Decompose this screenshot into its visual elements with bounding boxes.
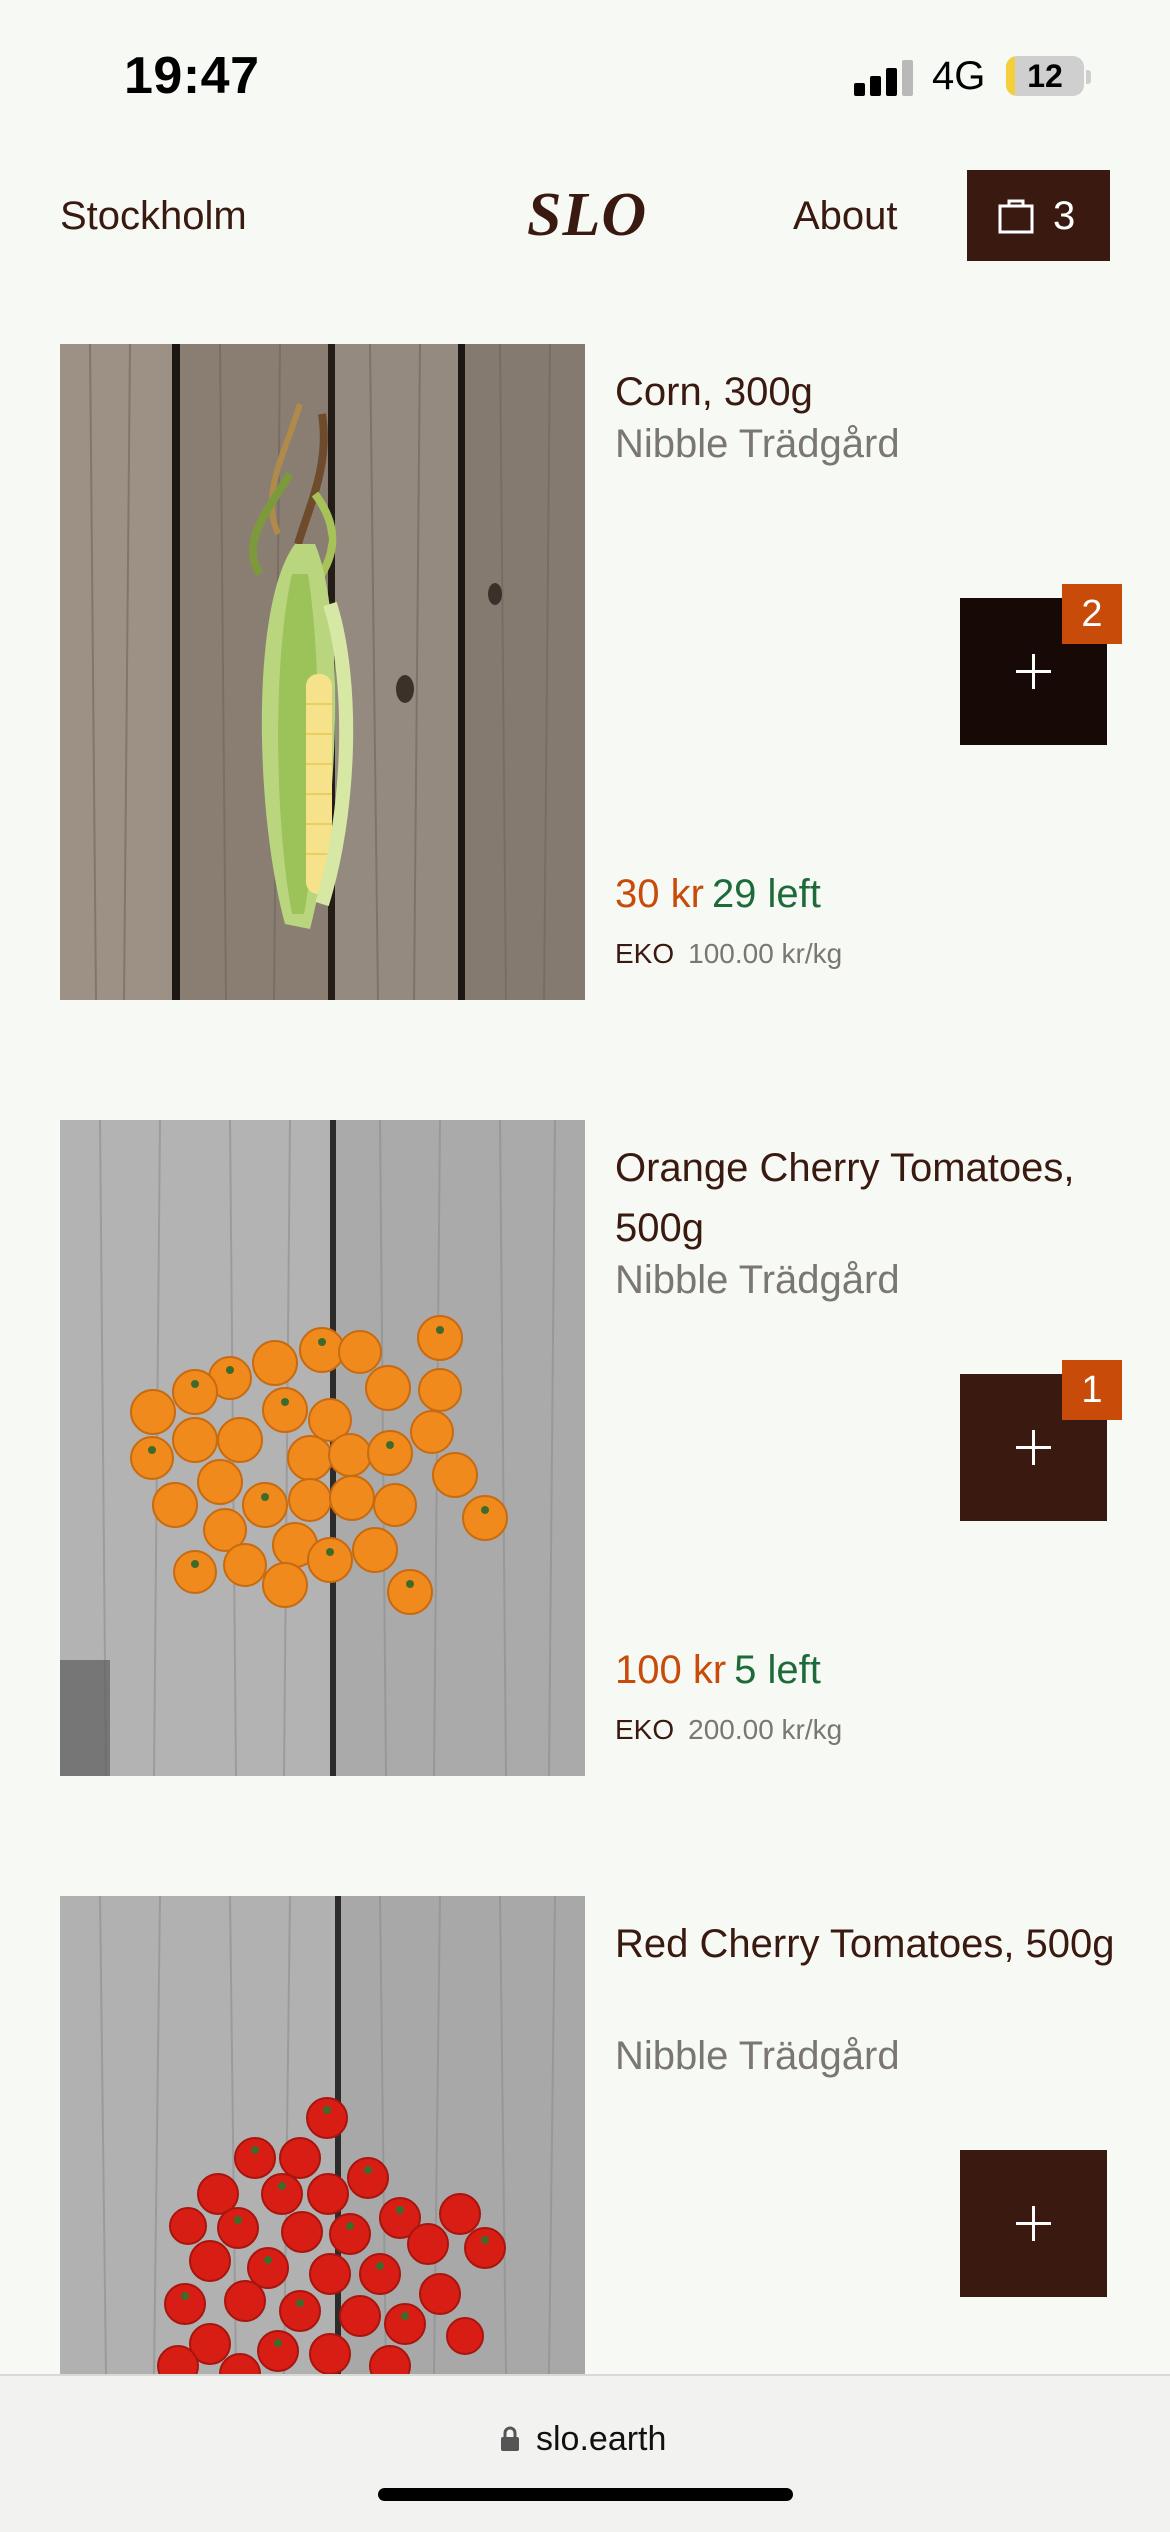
product-title[interactable]: Orange Cherry Tomatoes, 500g (615, 1138, 1135, 1258)
price-row: 100 kr 5 left (615, 1648, 821, 1693)
product-title[interactable]: Red Cherry Tomatoes, 500g (615, 1914, 1135, 1974)
product-meta: EKO 200.00 kr/kg (615, 1714, 842, 1746)
plus-icon-vertical (1032, 1430, 1035, 1465)
add-to-cart-button[interactable] (960, 2150, 1107, 2297)
product-photo[interactable] (60, 344, 585, 1000)
stock-left: 29 left (711, 872, 821, 916)
product-farm[interactable]: Nibble Trädgård (615, 2034, 900, 2079)
network-type: 4G (932, 54, 986, 98)
product-photo[interactable] (60, 1896, 585, 2374)
product-meta: EKO 100.00 kr/kg (615, 938, 842, 970)
shopping-bag-icon (998, 199, 1034, 234)
signal-icon (854, 60, 916, 96)
battery-cap (1086, 70, 1091, 84)
unit-price: 100.00 kr/kg (688, 938, 843, 969)
cart-quantity-badge: 2 (1062, 584, 1122, 644)
home-indicator[interactable] (378, 2488, 793, 2501)
product-card: Orange Cherry Tomatoes, 500g Nibble Träd… (0, 1120, 1170, 1776)
status-time: 19:47 (124, 47, 260, 105)
eko-label: EKO (615, 1714, 675, 1745)
plus-icon-vertical (1032, 2206, 1035, 2241)
lock-icon (501, 2426, 519, 2451)
product-price: 30 kr (615, 872, 704, 916)
price-row: 30 kr 29 left (615, 872, 821, 917)
product-farm[interactable]: Nibble Trädgård (615, 1258, 900, 1303)
plus-icon-vertical (1032, 654, 1035, 689)
stock-left: 5 left (734, 1648, 821, 1692)
cart-button[interactable]: 3 (967, 170, 1110, 261)
battery-icon: 12 (1006, 56, 1084, 96)
product-title[interactable]: Corn, 300g (615, 362, 1135, 422)
product-card: Corn, 300g Nibble Trädgård 2 30 kr 29 lef… (0, 344, 1170, 1000)
url-text[interactable]: slo.earth (536, 2420, 666, 2459)
product-photo[interactable] (60, 1120, 585, 1776)
status-bar: 19:47 4G 12 (0, 0, 1170, 150)
site-header: Stockholm SLO About 3 (0, 150, 1170, 290)
product-farm[interactable]: Nibble Trädgård (615, 422, 900, 467)
about-link[interactable]: About (793, 194, 898, 239)
page: 19:47 4G 12 Stockholm SLO About 3 Corn, … (0, 0, 1170, 2532)
browser-address-bar[interactable]: slo.earth (0, 2374, 1170, 2532)
cart-quantity-badge: 1 (1062, 1360, 1122, 1420)
battery-level: 12 (1027, 58, 1063, 94)
city-selector[interactable]: Stockholm (60, 194, 247, 239)
unit-price: 200.00 kr/kg (688, 1714, 843, 1745)
cart-count: 3 (1053, 194, 1076, 238)
site-logo[interactable]: SLO (527, 180, 647, 251)
product-price: 100 kr (615, 1648, 727, 1692)
eko-label: EKO (615, 938, 675, 969)
